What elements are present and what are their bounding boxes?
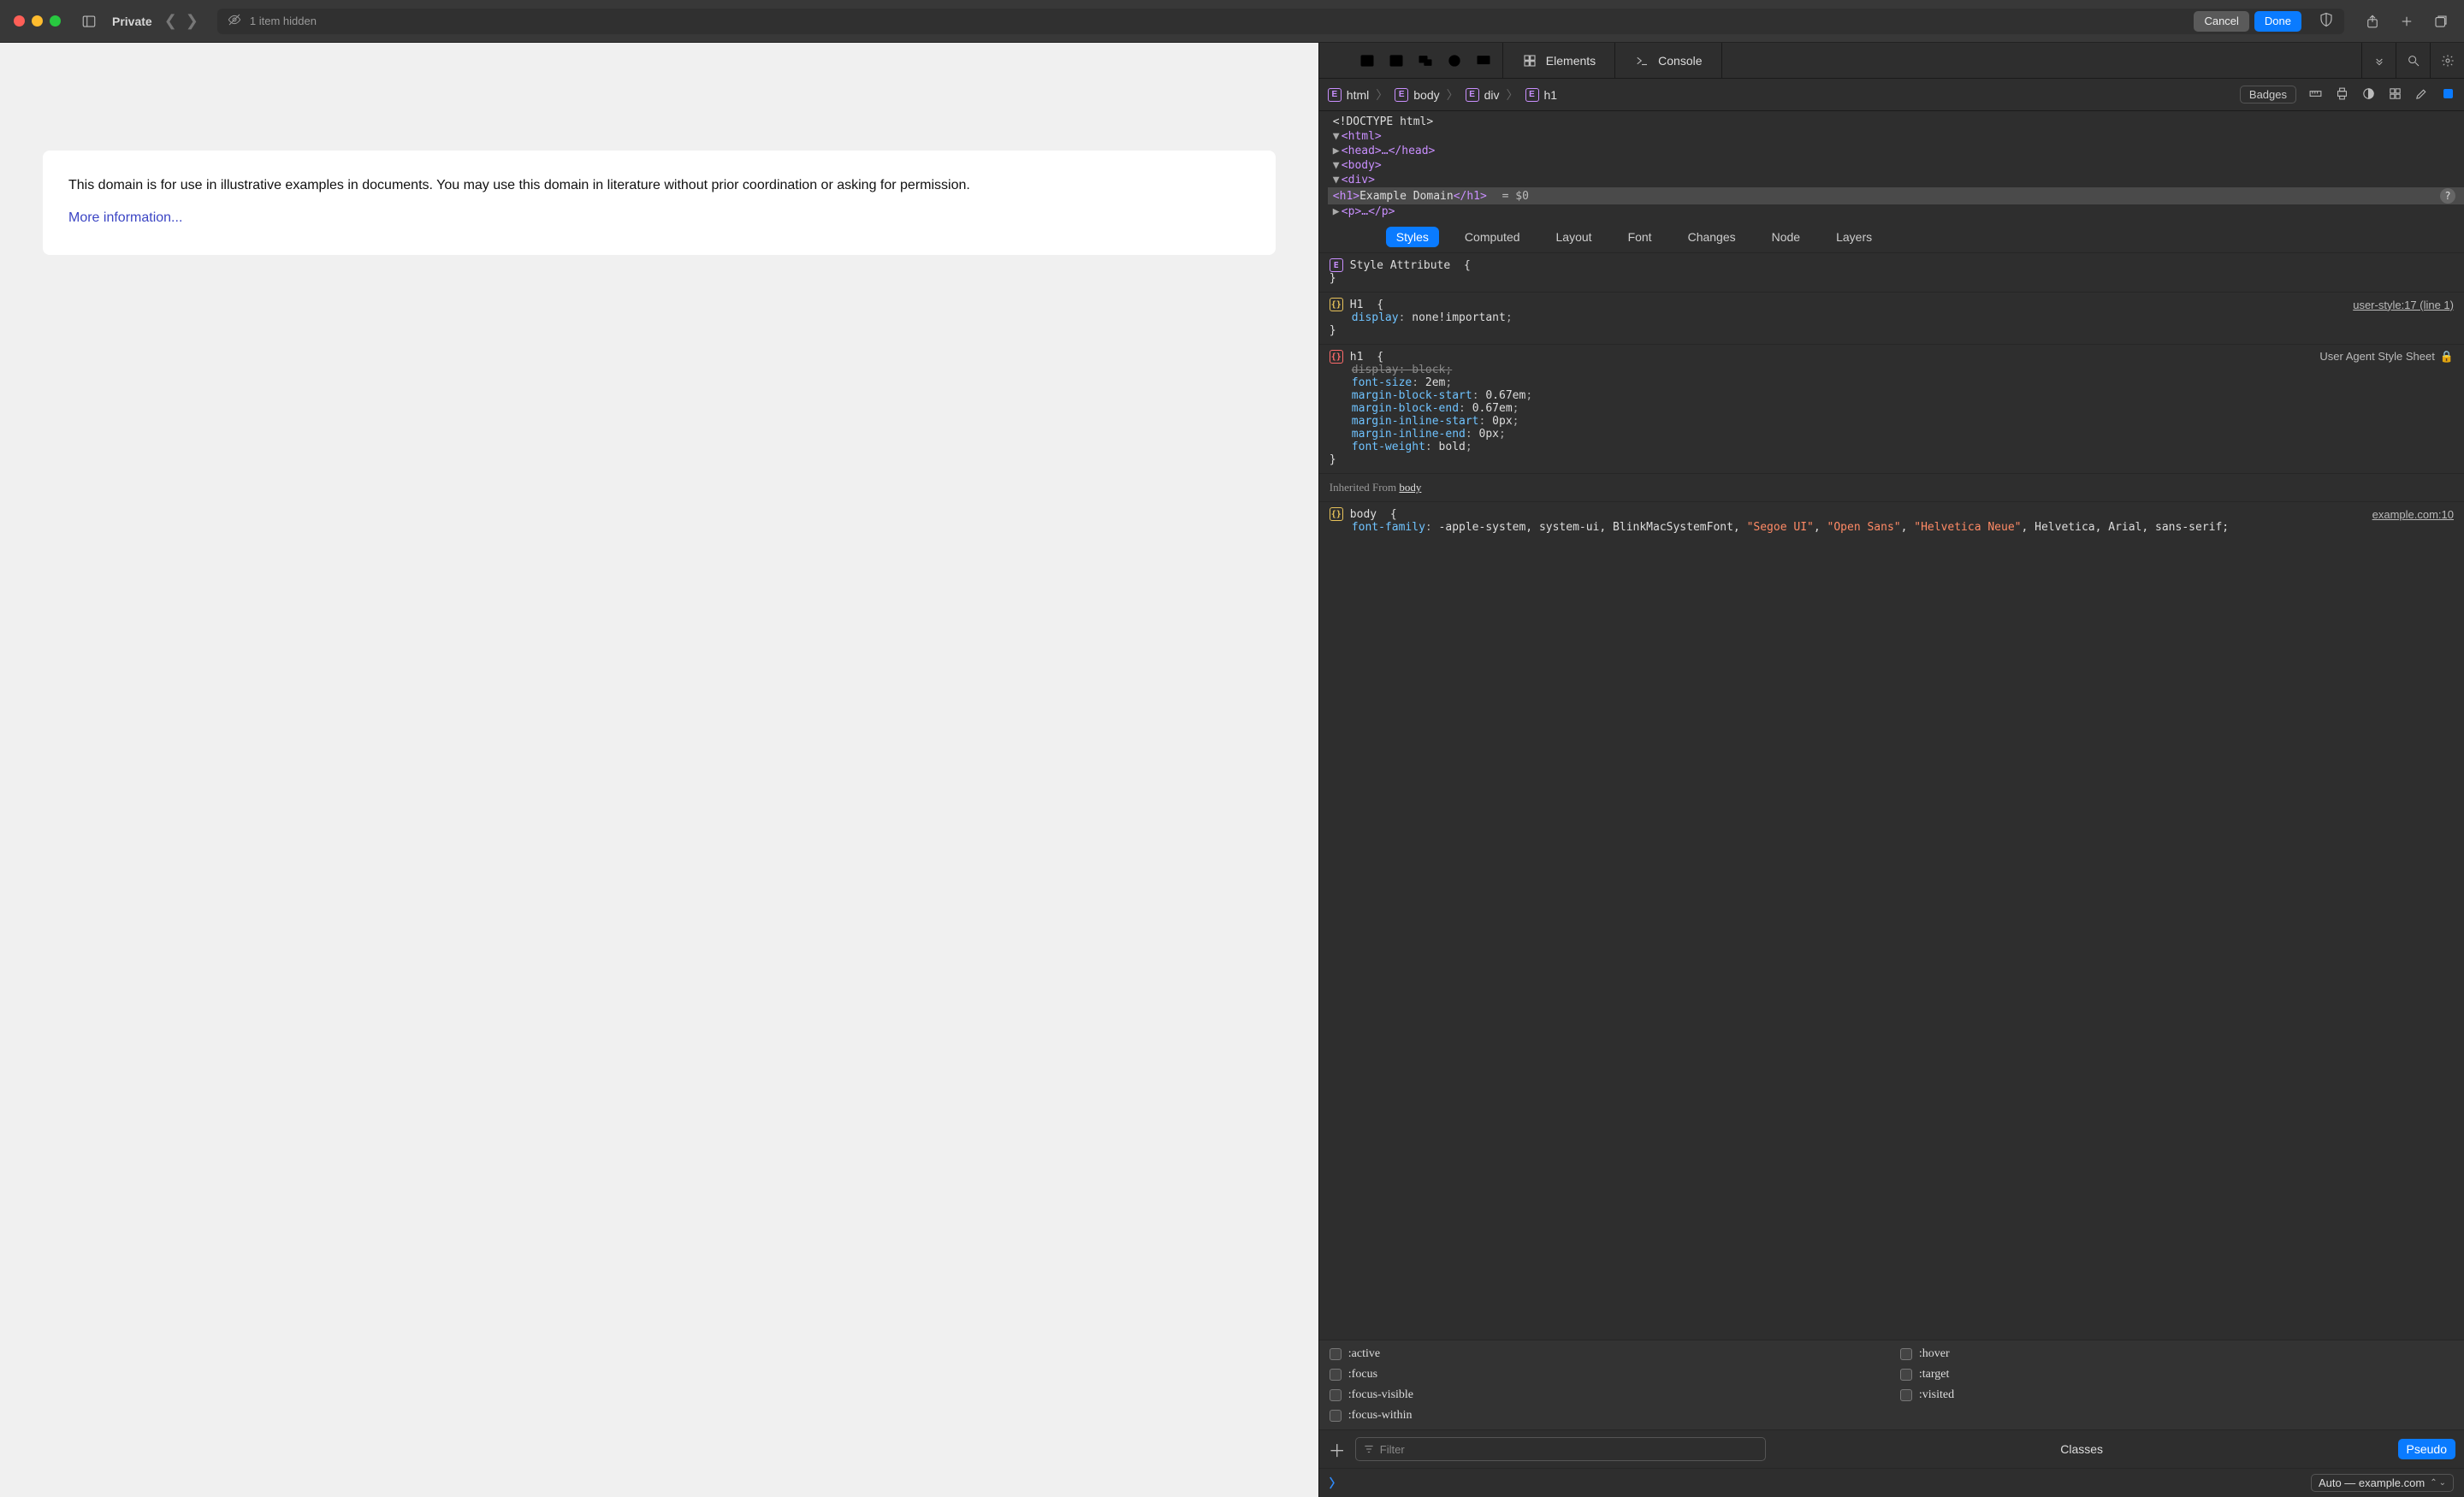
console-chevron-icon[interactable]: 〉: [1330, 1475, 1342, 1492]
more-information-link[interactable]: More information...: [68, 210, 182, 226]
hidden-eye-icon: [228, 13, 241, 29]
cancel-button[interactable]: Cancel: [2194, 11, 2248, 32]
devtools-panel: Elements Console Ehtml 〉 Ebody 〉 Ediv 〉 …: [1318, 43, 2464, 1497]
dock-detach-icon[interactable]: [1417, 52, 1434, 69]
classes-toggle[interactable]: Classes: [2052, 1439, 2112, 1459]
share-icon[interactable]: [2363, 12, 2382, 31]
tab-elements-label: Elements: [1546, 54, 1596, 68]
private-badge: Private: [112, 15, 152, 28]
target-icon[interactable]: [1446, 52, 1463, 69]
dock-bottom-icon[interactable]: [1388, 52, 1405, 69]
contrast-icon[interactable]: [2361, 86, 2376, 104]
crumb-div[interactable]: Ediv: [1466, 88, 1500, 102]
tab-overview-icon[interactable]: [2431, 12, 2450, 31]
ruler-icon[interactable]: [2308, 86, 2323, 104]
crumb-body[interactable]: Ebody: [1395, 88, 1439, 102]
tab-console-label: Console: [1658, 54, 1702, 68]
inherited-from-link[interactable]: body: [1399, 481, 1421, 494]
address-bar[interactable]: 1 item hidden Cancel Done: [217, 9, 2344, 34]
lock-icon: 🔒: [2440, 350, 2454, 363]
new-tab-icon[interactable]: [2397, 12, 2416, 31]
pseudo-visited[interactable]: :visited: [1900, 1388, 2454, 1402]
rule-h1-ua[interactable]: {} h1 { User Agent Style Sheet🔒 display:…: [1319, 344, 2464, 473]
done-button[interactable]: Done: [2254, 11, 2301, 32]
pseudo-class-toggles: :active :hover :focus :target :focus-vis…: [1319, 1340, 2464, 1429]
pseudo-focus[interactable]: :focus: [1330, 1368, 1883, 1382]
hidden-items-label: 1 item hidden: [250, 15, 317, 27]
pseudo-toggle[interactable]: Pseudo: [2398, 1439, 2455, 1459]
minimize-window-button[interactable]: [32, 15, 43, 27]
sidebar-toggle-icon[interactable]: [80, 12, 98, 31]
style-attribute-block[interactable]: E Style Attribute { }: [1319, 252, 2464, 292]
grid-overlay-icon[interactable]: [2388, 86, 2402, 104]
zoom-window-button[interactable]: [50, 15, 61, 27]
subtab-node[interactable]: Node: [1762, 227, 1810, 247]
window-controls: [14, 15, 61, 27]
subtab-layers[interactable]: Layers: [1826, 227, 1882, 247]
pseudo-focus-visible[interactable]: :focus-visible: [1330, 1388, 1883, 1402]
tab-elements[interactable]: Elements: [1503, 43, 1615, 78]
rule-source-link[interactable]: user-style:17 (line 1): [2353, 299, 2454, 311]
console-prompt-row: 〉 Auto — example.com ⌃⌄: [1319, 1468, 2464, 1497]
forward-button[interactable]: ❯: [186, 12, 198, 30]
devtools-tab-bar: Elements Console: [1319, 43, 2464, 79]
search-icon[interactable]: [2396, 43, 2430, 79]
rule-body[interactable]: {} body { example.com:10 font-family: -a…: [1319, 501, 2464, 541]
page-content-card: This domain is for use in illustrative e…: [43, 151, 1276, 255]
rule-source-link[interactable]: example.com:10: [2372, 508, 2454, 521]
execution-context-picker[interactable]: Auto — example.com ⌃⌄: [2311, 1474, 2454, 1492]
inherited-from-label: Inherited From body: [1319, 473, 2464, 501]
print-styles-icon[interactable]: [2335, 86, 2349, 104]
styles-filter-bar: ＋ Filter Classes Pseudo: [1319, 1429, 2464, 1468]
privacy-shield-icon[interactable]: [2319, 12, 2334, 30]
subtab-changes[interactable]: Changes: [1678, 227, 1746, 247]
dom-breadcrumb: Ehtml 〉 Ebody 〉 Ediv 〉 Eh1 Badges: [1319, 79, 2464, 111]
box-model-icon[interactable]: [2441, 86, 2455, 104]
crumb-h1[interactable]: Eh1: [1525, 88, 1558, 102]
pseudo-active[interactable]: :active: [1330, 1347, 1883, 1361]
settings-icon[interactable]: [2430, 43, 2464, 79]
page-paragraph: This domain is for use in illustrative e…: [68, 176, 1250, 195]
pseudo-target[interactable]: :target: [1900, 1368, 2454, 1382]
badges-button[interactable]: Badges: [2240, 86, 2296, 104]
pseudo-hover[interactable]: :hover: [1900, 1347, 2454, 1361]
help-icon[interactable]: ?: [2440, 188, 2455, 204]
device-preview-icon[interactable]: [1475, 52, 1492, 69]
rule-h1-user[interactable]: {} H1 { user-style:17 (line 1) display: …: [1319, 292, 2464, 344]
subtab-computed[interactable]: Computed: [1454, 227, 1531, 247]
browser-toolbar: Private ❮ ❯ 1 item hidden Cancel Done: [0, 0, 2464, 43]
close-window-button[interactable]: [14, 15, 25, 27]
subtab-styles[interactable]: Styles: [1386, 227, 1439, 247]
styles-subtab-bar: Styles Computed Layout Font Changes Node…: [1319, 222, 2464, 252]
back-button[interactable]: ❮: [164, 12, 177, 30]
dom-selected-node[interactable]: <h1>Example Domain</h1> = $0 ?: [1328, 187, 2464, 204]
nav-arrows: ❮ ❯: [164, 12, 198, 30]
tab-console[interactable]: Console: [1615, 43, 1721, 78]
dock-left-icon[interactable]: [1359, 52, 1376, 69]
crumb-html[interactable]: Ehtml: [1328, 88, 1369, 102]
styles-pane: E Style Attribute { } {} H1 { user-style…: [1319, 252, 2464, 1340]
new-rule-button[interactable]: ＋: [1328, 1440, 1347, 1459]
subtab-font[interactable]: Font: [1618, 227, 1662, 247]
page-viewport: This domain is for use in illustrative e…: [0, 43, 1318, 1497]
filter-input[interactable]: Filter: [1355, 1437, 1766, 1461]
paint-icon[interactable]: [2414, 86, 2429, 104]
subtab-layout[interactable]: Layout: [1546, 227, 1602, 247]
more-tabs-icon[interactable]: [2361, 43, 2396, 79]
dom-tree[interactable]: <!DOCTYPE html> ▼<html> ▶<head>…</head> …: [1319, 111, 2464, 222]
close-devtools-icon[interactable]: [1330, 52, 1347, 69]
pseudo-focus-within[interactable]: :focus-within: [1330, 1409, 1883, 1423]
